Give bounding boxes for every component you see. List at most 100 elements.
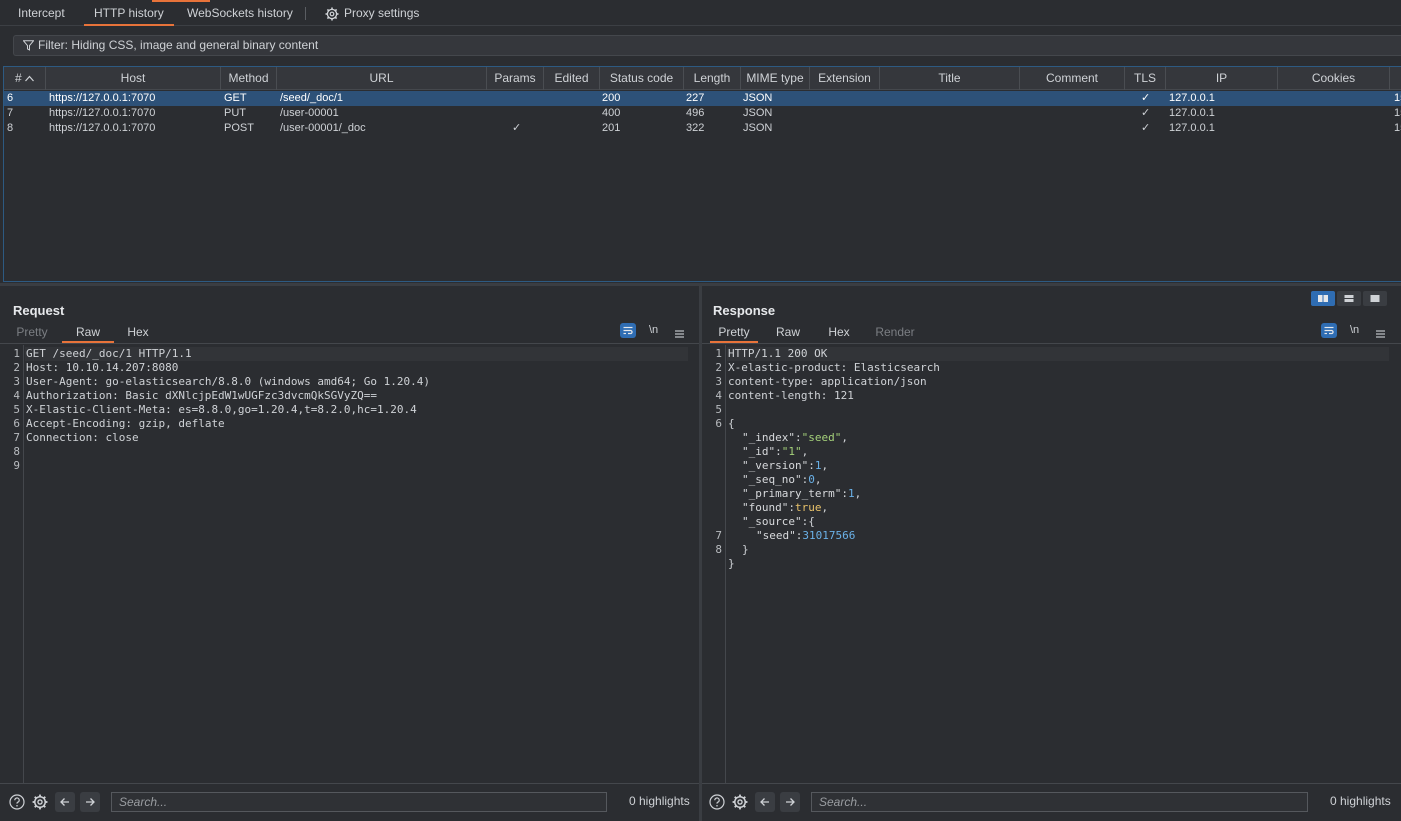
col-header-number[interactable]: # — [4, 67, 46, 90]
col-header-status-code[interactable]: Status code — [600, 67, 684, 90]
help-icon[interactable] — [709, 794, 725, 810]
cell-params-check-icon: ✓ — [512, 122, 522, 134]
table-row[interactable]: 7 https://127.0.0.1:7070 PUT /user-00001… — [4, 106, 1401, 121]
cell-status: 201 — [602, 122, 621, 134]
settings-gear-icon[interactable] — [32, 794, 48, 810]
previous-match-button[interactable] — [755, 792, 775, 812]
menu-icon[interactable] — [1376, 327, 1385, 341]
request-header-line: Accept-Encoding: gzip, deflate — [26, 417, 225, 430]
line-number: 4 — [13, 389, 20, 402]
tab-divider — [305, 7, 306, 20]
col-header-host[interactable]: Host — [46, 67, 221, 90]
request-search-input[interactable]: Search... — [111, 792, 607, 812]
table-row[interactable]: 6 https://127.0.0.1:7070 GET /seed/_doc/… — [4, 91, 1401, 106]
request-highlight-count: 0 highlights — [629, 794, 690, 808]
cell-length: 227 — [686, 92, 705, 104]
cell-overflow: 15 — [1394, 107, 1401, 119]
request-tab-pretty[interactable]: Pretty — [12, 324, 52, 343]
wrap-lines-icon — [1321, 323, 1337, 338]
filter-bar[interactable]: Filter: Hiding CSS, image and general bi… — [13, 35, 1401, 56]
col-header-cookies[interactable]: Cookies — [1278, 67, 1390, 90]
line-number: 8 — [13, 445, 20, 458]
table-row[interactable]: 8 https://127.0.0.1:7070 POST /user-0000… — [4, 121, 1401, 136]
response-header-line: content-type: application/json — [728, 375, 927, 388]
line-number: 2 — [13, 361, 20, 374]
gear-icon — [325, 7, 339, 21]
cell-number: 6 — [7, 92, 14, 104]
request-header-line: Connection: close — [26, 431, 139, 444]
col-header-edited[interactable]: Edited — [544, 67, 600, 90]
line-number: 9 — [13, 459, 20, 472]
line-number: 4 — [715, 389, 722, 402]
line-number: 5 — [715, 403, 722, 416]
request-header-line: X-Elastic-Client-Meta: es=8.8.0,go=1.20.… — [26, 403, 417, 416]
cell-number: 7 — [7, 107, 14, 119]
json-line: "seed":31017566 — [756, 529, 856, 542]
line-number: 7 — [715, 529, 722, 542]
rows-icon — [1344, 295, 1354, 302]
response-pane: Response Pretty Raw Hex Render \n 1 2 3 … — [702, 286, 1401, 821]
col-header-method[interactable]: Method — [221, 67, 277, 90]
col-header-url[interactable]: URL — [277, 67, 487, 90]
col-header-mime-type[interactable]: MIME type — [741, 67, 810, 90]
layout-side-by-side-button[interactable] — [1311, 291, 1335, 306]
request-header-line: Host: 10.10.14.207:8080 — [26, 361, 179, 374]
filter-text: Filter: Hiding CSS, image and general bi… — [38, 38, 319, 52]
cell-ip: 127.0.0.1 — [1169, 92, 1215, 104]
col-header-length[interactable]: Length — [684, 67, 741, 90]
line-number: 1 — [715, 347, 722, 360]
response-tab-pretty[interactable]: Pretty — [710, 324, 758, 343]
response-tab-render[interactable]: Render — [874, 324, 916, 343]
cell-mime: JSON — [743, 107, 773, 119]
arrow-left-icon — [760, 798, 769, 806]
tab-proxy-settings[interactable]: Proxy settings — [325, 0, 419, 26]
tab-intercept[interactable]: Intercept — [18, 0, 65, 26]
col-header-comment[interactable]: Comment — [1020, 67, 1125, 90]
tab-websockets-history[interactable]: WebSockets history — [187, 0, 293, 26]
layout-stacked-button[interactable] — [1337, 291, 1361, 306]
request-pane: Request Pretty Raw Hex \n 1 2 3 4 5 6 7 … — [0, 286, 699, 821]
cell-host: https://127.0.0.1:7070 — [49, 122, 156, 134]
menu-icon[interactable] — [675, 327, 684, 341]
status-line: HTTP/1.1 200 OK — [728, 347, 828, 360]
line-number: 3 — [13, 375, 20, 388]
proxy-settings-label: Proxy settings — [344, 6, 420, 20]
request-tab-hex[interactable]: Hex — [120, 324, 156, 343]
response-tab-raw[interactable]: Raw — [772, 324, 804, 343]
tab-http-history[interactable]: HTTP history — [84, 0, 174, 26]
col-header-params[interactable]: Params — [487, 67, 544, 90]
show-newlines-toggle[interactable]: \n — [649, 324, 658, 336]
wrap-lines-toggle[interactable] — [620, 323, 636, 341]
show-newlines-toggle[interactable]: \n — [1350, 324, 1359, 336]
sort-ascending-icon — [25, 75, 34, 82]
col-header-title[interactable]: Title — [880, 67, 1020, 90]
json-line: "_primary_term":1, — [742, 487, 862, 500]
cell-length: 322 — [686, 122, 705, 134]
next-match-button[interactable] — [780, 792, 800, 812]
previous-match-button[interactable] — [55, 792, 75, 812]
help-icon[interactable] — [9, 794, 25, 810]
json-line: "_source":{ — [742, 515, 815, 528]
json-line: "found":true, — [742, 501, 829, 514]
wrap-lines-icon — [620, 323, 636, 338]
col-header-ip[interactable]: IP — [1166, 67, 1278, 90]
settings-gear-icon[interactable] — [732, 794, 748, 810]
next-match-button[interactable] — [80, 792, 100, 812]
response-search-input[interactable]: Search... — [811, 792, 1308, 812]
cell-number: 8 — [7, 122, 14, 134]
col-header-extension[interactable]: Extension — [810, 67, 880, 90]
arrow-right-icon — [786, 798, 795, 806]
response-tab-hex[interactable]: Hex — [822, 324, 856, 343]
line-number: 3 — [715, 375, 722, 388]
request-tab-raw[interactable]: Raw — [62, 324, 114, 343]
request-editor[interactable]: 1 2 3 4 5 6 7 8 9 GET /seed/_doc/1 HTTP/… — [0, 345, 699, 783]
arrow-right-icon — [86, 798, 95, 806]
json-line: "_id":"1", — [742, 445, 809, 458]
line-number: 5 — [13, 403, 20, 416]
cell-ip: 127.0.0.1 — [1169, 107, 1215, 119]
col-header-tls[interactable]: TLS — [1125, 67, 1166, 90]
cell-method: GET — [224, 92, 247, 104]
wrap-lines-toggle[interactable] — [1321, 323, 1337, 341]
response-editor[interactable]: 1 2 3 4 5 6 7 8 HTTP/1.1 200 OK X-elasti… — [702, 345, 1401, 783]
layout-tabbed-button[interactable] — [1363, 291, 1387, 306]
